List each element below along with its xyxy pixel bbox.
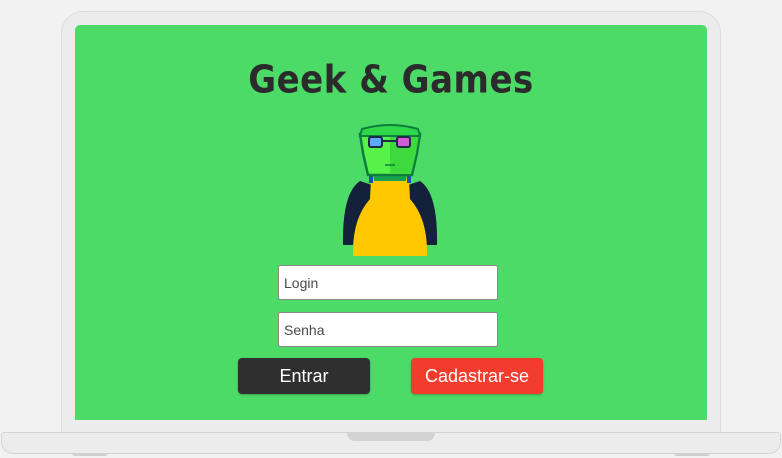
page: Geek & Games Entrar Ca xyxy=(0,0,782,458)
laptop-foot-right xyxy=(674,453,710,456)
login-button[interactable]: Entrar xyxy=(238,358,370,394)
password-input[interactable] xyxy=(278,312,498,347)
geek-mascot-icon xyxy=(340,123,440,258)
laptop-notch xyxy=(347,432,435,441)
register-button[interactable]: Cadastrar-se xyxy=(411,358,543,394)
page-title: Geek & Games xyxy=(248,58,534,103)
login-input[interactable] xyxy=(278,265,498,300)
laptop-foot-left xyxy=(72,453,108,456)
